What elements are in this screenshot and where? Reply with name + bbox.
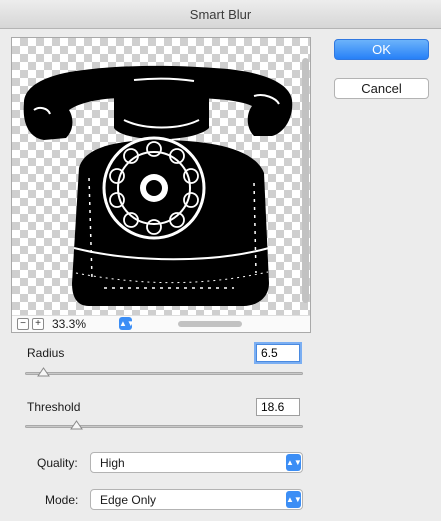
vertical-scroll-thumb[interactable] [302, 58, 309, 303]
telephone-preview-image [23, 65, 293, 306]
mode-select[interactable]: Edge Only ▲▼ [90, 489, 303, 510]
radius-label: Radius [27, 346, 65, 360]
threshold-field[interactable] [256, 398, 300, 416]
quality-select[interactable]: High ▲▼ [90, 452, 303, 473]
zoom-stepper-icon[interactable]: ▲▼ [119, 317, 135, 330]
zoom-out-button[interactable]: − [17, 318, 29, 330]
cancel-button[interactable]: Cancel [334, 78, 429, 99]
zoom-in-button[interactable]: + [32, 318, 44, 330]
quality-value: High [100, 456, 125, 470]
threshold-slider-track[interactable] [25, 425, 303, 428]
threshold-label: Threshold [27, 400, 81, 414]
preview-pane[interactable]: − + 33.3% ▲▼ [11, 37, 311, 333]
radius-slider-track[interactable] [25, 372, 303, 375]
chevron-updown-icon: ▲▼ [286, 491, 302, 508]
preview-zoom-bar: − + 33.3% ▲▼ [12, 315, 310, 332]
quality-label: Quality: [37, 456, 78, 470]
threshold-slider-thumb[interactable] [70, 420, 84, 430]
radius-slider-thumb[interactable] [36, 367, 50, 377]
zoom-level: 33.3% [52, 317, 87, 331]
mode-value: Edge Only [100, 493, 157, 507]
window-title: Smart Blur [189, 7, 252, 22]
chevron-updown-icon: ▲▼ [286, 454, 302, 471]
ok-button[interactable]: OK [334, 39, 429, 60]
horizontal-scroll-thumb[interactable] [178, 321, 242, 327]
mode-label: Mode: [45, 493, 79, 507]
title-bar: Smart Blur [0, 0, 441, 29]
radius-field[interactable] [256, 344, 300, 362]
vertical-scrollbar[interactable] [302, 48, 309, 310]
